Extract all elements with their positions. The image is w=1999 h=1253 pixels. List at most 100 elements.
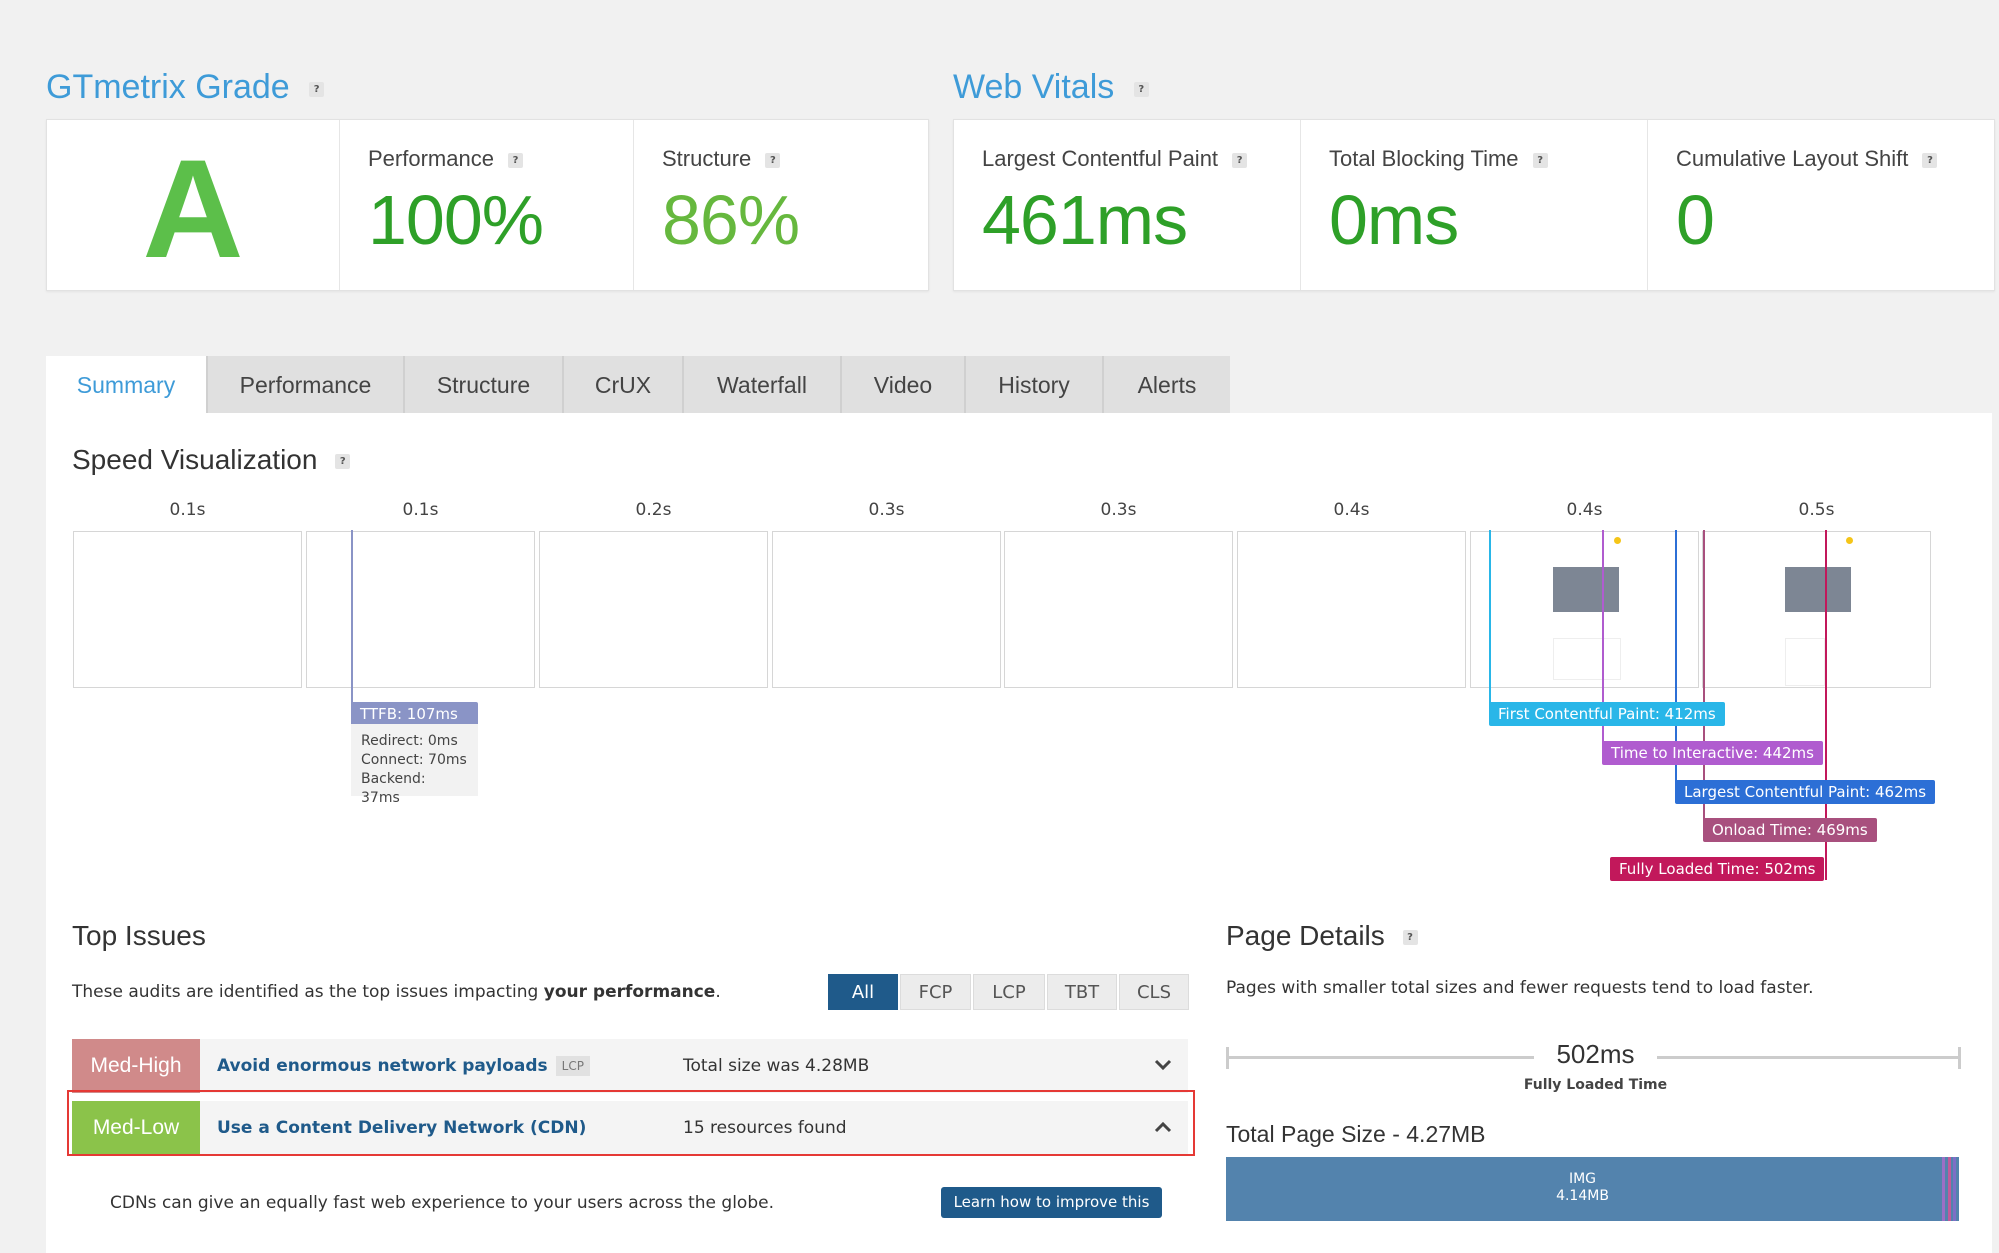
onload-marker-label: Onload Time: 469ms xyxy=(1703,818,1877,842)
tab-video[interactable]: Video xyxy=(842,356,966,414)
performance-help-icon[interactable]: ? xyxy=(508,152,524,168)
page-details-help-icon[interactable]: ? xyxy=(1402,930,1418,946)
structure-help-icon[interactable]: ? xyxy=(765,152,781,168)
highlight-box xyxy=(67,1090,1195,1156)
cls-value: 0 xyxy=(1676,181,1715,259)
speed-visualization-title: Speed Visualization ? xyxy=(72,444,351,476)
lcp-tag: LCP xyxy=(555,1056,590,1076)
cls-help-icon[interactable]: ? xyxy=(1922,152,1938,168)
issue-name[interactable]: Avoid enormous network payloads LCP xyxy=(217,1039,590,1093)
screenshot-thumbnail xyxy=(1553,638,1621,680)
screenshot-thumbnail xyxy=(1785,567,1851,612)
ttfb-backend: Backend: 37ms xyxy=(361,771,426,806)
tbt-label: Total Blocking Time xyxy=(1329,146,1519,171)
page-details-title: Page Details ? xyxy=(1226,920,1418,952)
frame-time: 0.3s xyxy=(868,500,905,520)
page-details-description: Pages with smaller total sizes and fewer… xyxy=(1226,978,1814,998)
frame-time: 0.5s xyxy=(1798,500,1835,520)
page-size-bar[interactable]: IMG 4.14MB xyxy=(1226,1157,1959,1221)
screenshot-thumbnail xyxy=(1785,638,1825,686)
lcp-label: Largest Contentful Paint xyxy=(982,146,1219,171)
issue-detail: Total size was 4.28MB xyxy=(683,1056,870,1076)
ttfb-connect: Connect: 70ms xyxy=(361,752,467,768)
tab-performance[interactable]: Performance xyxy=(208,356,405,414)
tti-marker-label: Time to Interactive: 442ms xyxy=(1602,741,1823,765)
lcp-metric: Largest Contentful Paint ? 461ms xyxy=(954,120,1301,290)
bar-label: IMG 4.14MB xyxy=(1556,1171,1609,1204)
tab-alerts[interactable]: Alerts xyxy=(1104,356,1230,414)
filmstrip-frame[interactable] xyxy=(306,531,535,688)
structure-metric: Structure ? 86% xyxy=(634,120,927,290)
filmstrip-frame[interactable] xyxy=(539,531,768,688)
filmstrip-frame[interactable] xyxy=(73,531,302,688)
issue-row[interactable]: Med-High Avoid enormous network payloads… xyxy=(72,1039,1188,1093)
structure-label: Structure xyxy=(662,146,752,171)
filmstrip-frame-rendered[interactable] xyxy=(1470,531,1699,688)
filter-all[interactable]: All xyxy=(828,974,898,1010)
frame-time: 0.3s xyxy=(1100,500,1137,520)
lcp-help-icon[interactable]: ? xyxy=(1232,152,1248,168)
grade-help-icon[interactable]: ? xyxy=(309,81,325,97)
frame-time: 0.1s xyxy=(402,500,439,520)
vitals-help-icon[interactable]: ? xyxy=(1133,81,1149,97)
filter-tbt[interactable]: TBT xyxy=(1047,974,1117,1010)
tab-summary[interactable]: Summary xyxy=(46,356,208,414)
performance-label: Performance xyxy=(368,146,494,171)
thumbnail-dot xyxy=(1846,537,1853,544)
tab-history[interactable]: History xyxy=(966,356,1104,414)
grade-cell: A xyxy=(47,120,340,290)
timeline-bar xyxy=(1226,1056,1534,1059)
tbt-help-icon[interactable]: ? xyxy=(1532,152,1548,168)
tab-waterfall[interactable]: Waterfall xyxy=(684,356,842,414)
filmstrip-frame-rendered[interactable] xyxy=(1702,531,1931,688)
grade-letter: A xyxy=(142,130,244,287)
gtmetrix-grade-title: GTmetrix Grade ? xyxy=(46,68,325,107)
lcp-value: 461ms xyxy=(982,181,1188,259)
filmstrip-frame[interactable] xyxy=(772,531,1001,688)
timeline-tick xyxy=(1958,1047,1961,1069)
total-page-size: Total Page Size - 4.27MB xyxy=(1226,1121,1486,1147)
fully-loaded-marker-label: Fully Loaded Time: 502ms xyxy=(1610,857,1825,881)
grade-card: A Performance ? 100% Structure ? 86% xyxy=(46,119,929,291)
severity-badge: Med-High xyxy=(72,1039,200,1093)
performance-metric: Performance ? 100% xyxy=(340,120,634,290)
expanded-issue-text: CDNs can give an equally fast web experi… xyxy=(110,1193,774,1213)
web-vitals-title: Web Vitals ? xyxy=(953,68,1149,107)
fully-loaded-value: 502ms xyxy=(1556,1039,1635,1069)
report-tabs: Summary Performance Structure CrUX Water… xyxy=(46,356,1230,414)
tab-structure[interactable]: Structure xyxy=(405,356,564,414)
web-vitals-card: Largest Contentful Paint ? 461ms Total B… xyxy=(953,119,1995,291)
ttfb-breakdown: Redirect: 0ms Connect: 70ms Backend: 37m… xyxy=(351,724,478,806)
top-issues-title: Top Issues xyxy=(72,920,206,951)
ttfb-line xyxy=(351,530,353,724)
filter-cls[interactable]: CLS xyxy=(1119,974,1189,1010)
fcp-line xyxy=(1489,530,1491,714)
screenshot-thumbnail xyxy=(1553,567,1619,612)
bar-segment xyxy=(1948,1157,1951,1221)
ttfb-label: TTFB: 107ms xyxy=(351,702,478,726)
cls-label: Cumulative Layout Shift xyxy=(1676,146,1909,171)
tab-crux[interactable]: CrUX xyxy=(564,356,684,414)
bar-segment xyxy=(1953,1157,1956,1221)
ttfb-redirect: Redirect: 0ms xyxy=(361,733,458,749)
fcp-marker-label: First Contentful Paint: 412ms xyxy=(1489,702,1725,726)
frame-time: 0.1s xyxy=(169,500,206,520)
chevron-down-icon[interactable] xyxy=(1154,1039,1172,1093)
thumbnail-dot xyxy=(1614,537,1621,544)
timeline-bar xyxy=(1657,1056,1961,1059)
filter-fcp[interactable]: FCP xyxy=(900,974,971,1010)
speed-help-icon[interactable]: ? xyxy=(335,454,351,470)
filmstrip-frame[interactable] xyxy=(1237,531,1466,688)
filmstrip-frame[interactable] xyxy=(1004,531,1233,688)
top-issues-description: These audits are identified as the top i… xyxy=(72,982,721,1002)
frame-time: 0.2s xyxy=(635,500,672,520)
filter-lcp[interactable]: LCP xyxy=(973,974,1045,1010)
structure-value: 86% xyxy=(662,181,800,259)
learn-more-button[interactable]: Learn how to improve this xyxy=(941,1187,1162,1218)
performance-value: 100% xyxy=(368,181,544,259)
frame-time: 0.4s xyxy=(1566,500,1603,520)
bar-segment xyxy=(1942,1157,1945,1221)
tbt-value: 0ms xyxy=(1329,181,1459,259)
fully-loaded-label: Fully Loaded Time xyxy=(1523,1077,1668,1093)
cls-metric: Cumulative Layout Shift ? 0 xyxy=(1648,120,1993,290)
